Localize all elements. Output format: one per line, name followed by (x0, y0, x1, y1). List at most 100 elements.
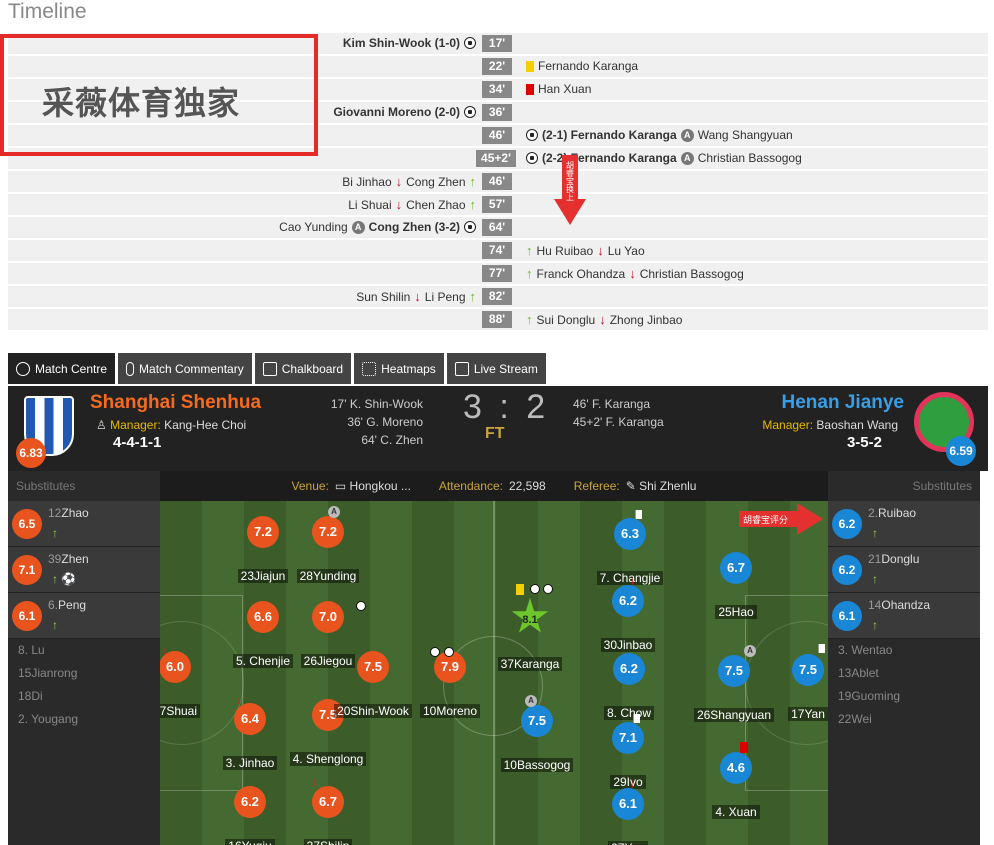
stadium-icon: ▭ (334, 479, 350, 493)
player-name: 3. Jinhao (222, 756, 278, 770)
substitute-name: 39Zhen (48, 552, 89, 566)
event-player[interactable]: Giovanni Moreno (2-0) (333, 105, 460, 119)
home-team-name[interactable]: Shanghai Shenhua (90, 392, 261, 414)
player-shilin[interactable]: 6.7 37Shilin ↓ (273, 776, 383, 845)
unused-substitute[interactable]: 13Ablet (828, 662, 980, 685)
sub-in-icon: ↑ (469, 289, 477, 304)
tab-live-stream[interactable]: Live Stream (446, 353, 546, 384)
player-rating: 7.5 (357, 651, 389, 683)
player-rating: 6.2 (832, 509, 862, 539)
player-karanga[interactable]: 8.1 37Karanga (475, 584, 585, 673)
sub-out-icon: ↓ (541, 695, 547, 707)
player-out[interactable]: Li Shuai (348, 198, 391, 212)
substitute-item[interactable]: 6.1 6.Peng ↑ (8, 593, 160, 639)
assist-player[interactable]: Wang Shangyuan (698, 128, 793, 142)
substitute-item[interactable]: 6.1 14Ohandza ↑ (828, 593, 980, 639)
substitute-item[interactable]: 6.2 2.Ruibao ↑ (828, 501, 980, 547)
attendance-value: 22,598 (508, 479, 546, 493)
substitute-item[interactable]: 6.2 21Donglu ↑ (828, 547, 980, 593)
home-scorer: 17' K. Shin-Wook (330, 397, 423, 411)
away-substitutes: Substitutes 6.2 2.Ruibao ↑ 6.2 21Donglu ↑ 6.1 1… (828, 471, 980, 845)
player-in[interactable]: Li Peng (425, 290, 466, 304)
manager-icon: ♙ (96, 418, 111, 432)
unused-substitute[interactable]: 22Wei (828, 708, 980, 731)
player-out[interactable]: Bi Jinhao (342, 175, 391, 189)
tab-match-commentary[interactable]: Match Commentary (118, 353, 252, 384)
player-rating: 4.6 (720, 752, 752, 784)
player-rating: 7.0 (312, 601, 344, 633)
player-out[interactable]: Zhong Jinbao (610, 313, 683, 327)
timeline-away-event: ↑ Franck Ohandza ↓ Christian Bassogog (526, 266, 744, 281)
timeline-away-event: (2-1) Fernando Karanga A Wang Shangyuan (526, 128, 793, 142)
sub-in-icon: ↑ (469, 197, 477, 212)
tab-chalkboard[interactable]: Chalkboard (254, 353, 352, 384)
event-minute: 57' (482, 196, 512, 213)
player-out[interactable]: Christian Bassogog (640, 267, 744, 281)
player-yao[interactable]: 6.1 27Yao ↓ (573, 778, 683, 845)
event-player[interactable]: Kim Shin-Wook (1-0) (343, 36, 460, 50)
unused-substitute[interactable]: 2. Yougang (8, 708, 160, 731)
event-player[interactable]: Fernando Karanga (538, 59, 638, 73)
away-manager: Manager: Baoshan Wang (762, 418, 898, 432)
event-player[interactable]: Cong Zhen (3-2) (369, 220, 460, 234)
player-ivo[interactable]: 7.1 29Ivo (573, 714, 683, 791)
player-in[interactable]: Chen Zhao (406, 198, 465, 212)
player-in[interactable]: Hu Ruibao (537, 244, 594, 258)
timeline-away-event: ↑ Sui Donglu ↓ Zhong Jinbao (526, 312, 682, 327)
player-rating: 6.5 (12, 509, 42, 539)
goal-icon (526, 129, 538, 141)
player-out[interactable]: Lu Yao (608, 244, 645, 258)
event-player[interactable]: (2-1) Fernando Karanga (542, 128, 677, 142)
player-out[interactable]: Sun Shilin (356, 290, 410, 304)
player-yunding[interactable]: 7.2 28Yunding A (273, 506, 383, 585)
player-in[interactable]: Cong Zhen (406, 175, 465, 189)
assist-player[interactable]: Christian Bassogog (698, 151, 802, 165)
substitute-name: 12Zhao (48, 506, 89, 520)
referee: Referee: ✎ Shi Zhenlu (574, 479, 697, 493)
substitute-name: 21Donglu (868, 552, 919, 566)
annotation-arrow: 胡睿宝换上 (554, 155, 586, 225)
unused-substitute[interactable]: 19Guoming (828, 685, 980, 708)
unused-substitute[interactable]: 15Jianrong (8, 662, 160, 685)
assist-player[interactable]: Cao Yunding (279, 220, 348, 234)
player-name: Donglu (881, 552, 920, 566)
sub-in-icon: ↑ (872, 526, 878, 540)
player-rating: 6.4 (234, 703, 266, 735)
unused-substitute[interactable]: 18Di (8, 685, 160, 708)
player-yan[interactable]: 7.5 17Yan (753, 644, 828, 723)
away-team-name[interactable]: Henan Jianye (782, 392, 905, 414)
player-name: 25Hao (715, 605, 757, 619)
goal-icon (464, 37, 476, 49)
tab-label: Match Commentary (139, 361, 244, 376)
home-scorer: 36' G. Moreno (347, 415, 423, 429)
unused-substitute[interactable]: 8. Lu (8, 639, 160, 662)
substitutes-title: Substitutes (16, 479, 76, 493)
player-rating: 6.2 (234, 786, 266, 818)
event-minute: 36' (482, 104, 512, 121)
referee-value: Shi Zhenlu (639, 479, 697, 493)
substitute-item[interactable]: 7.1 39Zhen ↑ ⚽ (8, 547, 160, 593)
player-hao[interactable]: 6.7 25Hao (681, 552, 791, 621)
player-rating: 7.1 (12, 555, 42, 585)
shirt-number: 12 (48, 506, 62, 520)
player-xuan[interactable]: 4.6 4. Xuan (681, 742, 791, 821)
tab-heatmaps[interactable]: Heatmaps (354, 353, 444, 384)
home-formation: 4-4-1-1 (113, 434, 162, 451)
tab-match-centre[interactable]: Match Centre (8, 353, 116, 384)
substitute-item[interactable]: 6.5 12Zhao ↑ (8, 501, 160, 547)
player-chow[interactable]: 6.2 8. Chow (574, 653, 684, 722)
unused-substitute[interactable]: 3. Wentao (828, 639, 980, 662)
goal-icon (464, 221, 476, 233)
heatmap-icon (362, 361, 377, 376)
microphone-icon (126, 361, 135, 376)
player-jinbao[interactable]: 6.2 30Jinbao ↓ (573, 575, 683, 654)
player-rating: 6.2 (612, 585, 644, 617)
referee-label: Referee: (573, 479, 620, 493)
event-player[interactable]: Han Xuan (538, 82, 591, 96)
monitor-icon (454, 361, 469, 376)
manager-name: Baoshan Wang (816, 418, 898, 432)
player-in[interactable]: Sui Donglu (537, 313, 596, 327)
player-rating: 6.7 (312, 786, 344, 818)
player-in[interactable]: Franck Ohandza (537, 267, 626, 281)
attendance-label: Attendance: (438, 479, 503, 493)
